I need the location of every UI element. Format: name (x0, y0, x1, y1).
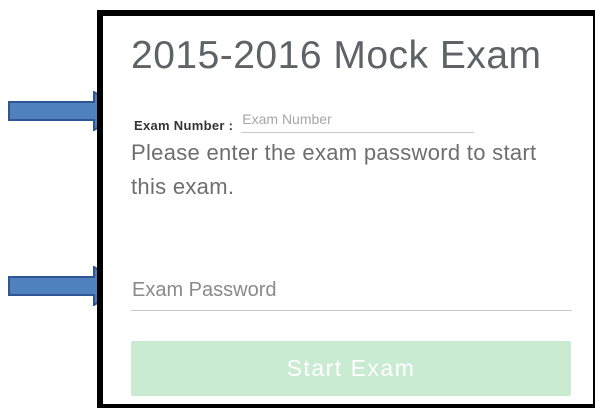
page-title: 2015-2016 Mock Exam (131, 34, 542, 77)
screenshot-stage: 2015-2016 Mock Exam Exam Number : Please… (0, 0, 595, 408)
exam-number-label: Exam Number : (134, 118, 234, 133)
instructions-text: Please enter the exam password to start … (131, 140, 537, 199)
exam-number-row: Exam Number : (134, 108, 475, 133)
exam-number-input[interactable] (241, 108, 475, 133)
exam-password-input[interactable] (131, 274, 572, 311)
start-exam-button[interactable]: Start Exam (131, 341, 571, 396)
exam-login-panel: 2015-2016 Mock Exam Exam Number : Please… (97, 10, 595, 408)
